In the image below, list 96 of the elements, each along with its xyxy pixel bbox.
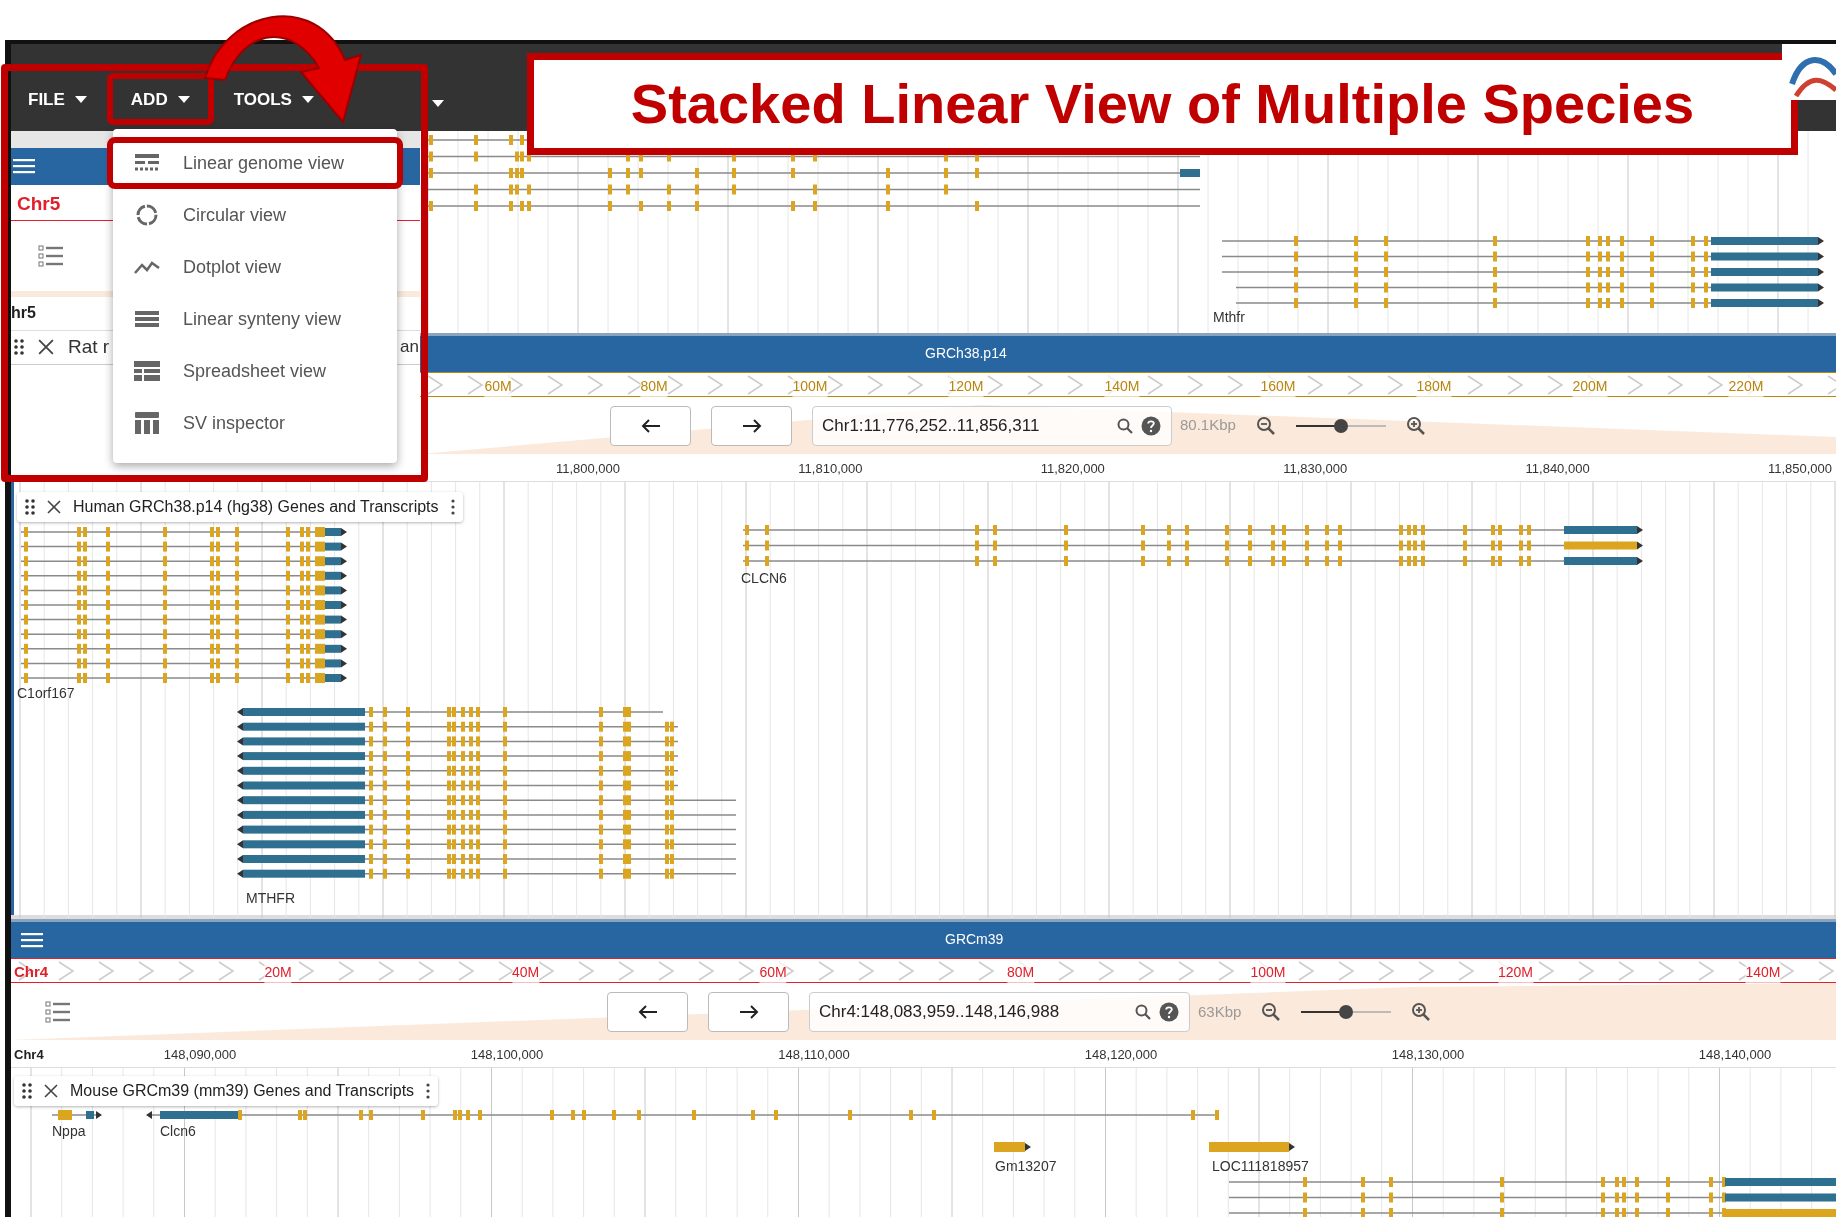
assembly-title: GRCh38.p14 [925,344,1007,364]
menu-item[interactable]: Linear synteny view [113,293,397,345]
search-icon[interactable] [1135,1003,1151,1020]
circle-icon [135,203,159,227]
track-name: an [400,336,419,359]
more-options-icon[interactable] [426,1082,431,1099]
ruler-tick-label: 160M [1260,375,1296,397]
scale-tick-label: 148,140,000 [1698,1045,1772,1064]
menu-icon[interactable] [21,931,43,948]
ruler-tick-label: 60M [484,375,512,397]
caret-icon [74,96,87,104]
gene-label: MTHFR [246,890,295,905]
scale-tick-label: 11,810,000 [798,459,863,478]
table-layout-icon [134,361,160,381]
menu-item[interactable]: Dotplot view [113,241,397,293]
ruler-tick-label: 100M [792,375,828,397]
assembly-title: GRCm39 [945,930,1004,950]
zoom-in-icon[interactable] [1411,1001,1432,1022]
help-icon[interactable] [1141,415,1161,436]
search-icon[interactable] [1117,417,1133,434]
ruler-tick-label: 60M [759,961,787,983]
drag-handle-icon[interactable] [22,1082,32,1099]
zoom-in-icon[interactable] [1405,415,1426,436]
stacked-bars-icon [135,310,159,328]
scale-tick-label: 11,800,000 [555,459,621,478]
scale-tick-label: 148,130,000 [1391,1045,1465,1064]
caret-icon [177,96,190,104]
ruler-tick-label: 120M [948,375,984,397]
ruler-tick-label: 100M [1250,961,1286,983]
linear-view-icon [135,153,159,173]
close-icon[interactable] [38,339,54,356]
gene-label: LOC111818957 [1212,1158,1309,1173]
zoom-slider[interactable] [1301,1003,1392,1020]
ruler-tick-label: 140M [1104,375,1140,397]
scale-tick-label: 11,820,000 [1040,459,1105,478]
zoom-out-icon[interactable] [1261,1001,1282,1022]
drag-handle-icon[interactable] [14,339,24,356]
ruler-tick-label: 180M [1416,375,1452,397]
scale-tick-label: 148,090,000 [163,1045,237,1064]
span-size-label: 63Kbp [1198,1001,1242,1022]
more-options-icon[interactable] [450,498,455,515]
caret-icon [301,96,314,104]
ruler-tick-label: 80M [1006,961,1035,983]
ruler-tick-label: 40M [511,961,540,983]
ruler-tick-label: 200M [1572,375,1608,397]
table-columns-icon [135,412,159,434]
line-chart-icon [134,259,160,275]
arrow-left-icon [637,1003,658,1020]
list-icon[interactable] [38,244,64,267]
ruler-chromosome-label: Chr5 [17,191,61,216]
zoom-out-icon[interactable] [1255,415,1276,436]
location-field[interactable]: Chr4:148,083,959..148,146,988 [809,991,1190,1032]
arrow-right-icon [741,417,762,434]
gene-label: Gm13207 [995,1158,1057,1173]
drag-handle-icon[interactable] [25,498,35,515]
scale-tick-label: 11,840,000 [1525,459,1590,478]
ruler-chromosome-label: Chr4 [14,961,49,982]
ruler-tick-label: 140M [1745,961,1781,983]
zoom-slider[interactable] [1295,417,1386,434]
scale-chromosome-label: hr5 [11,303,36,324]
menu-button[interactable]: TOOLS [231,87,316,113]
menu-button[interactable]: FILE [26,87,89,113]
close-icon[interactable] [47,499,61,514]
track-name: Mouse GRCm39 (mm39) Genes and Transcripts [70,1080,415,1101]
menu-icon[interactable] [13,158,35,175]
menu-item[interactable]: Spreadsheet view [113,345,397,397]
span-size-label: 80.1Kbp [1180,415,1236,436]
caret-icon [431,99,444,107]
help-icon[interactable] [1159,1001,1179,1022]
ruler-tick-label: 120M [1498,961,1533,983]
ruler-tick-label: 20M [264,961,292,983]
arrow-left-icon [640,417,661,434]
scale-tick-label: 148,120,000 [1084,1045,1158,1064]
scale-tick-label: 148,100,000 [470,1045,544,1064]
menu-button[interactable]: ADD [128,87,192,113]
menu-item[interactable]: SV inspector [113,397,397,449]
close-icon[interactable] [44,1083,58,1098]
track-name: Rat r [68,334,110,359]
annotation-title: Stacked Linear View of Multiple Species [630,71,1695,137]
location-field[interactable]: Chr1:11,776,252..11,856,311 [812,405,1172,446]
menu-item[interactable]: Circular view [113,189,397,241]
track-name: Human GRCh38.p14 (hg38) Genes and Transcripts [73,496,439,517]
scale-tick-label: 11,830,000 [1283,459,1348,478]
gene-label: Mthfr [1213,309,1245,324]
gene-label: Clcn6 [160,1123,196,1138]
scale-chromosome-label: Chr4 [14,1045,44,1064]
chromosome-ruler[interactable]: Chr4 20M 40M 60M 80M 100M 120M 140M [11,957,1836,983]
gene-label: Nppa [52,1123,86,1138]
scale-tick-label: 148,110,000 [778,1045,850,1064]
scale-tick-label: 11,850,000 [1767,459,1833,478]
arrow-right-icon [738,1003,759,1020]
list-icon[interactable] [45,1000,71,1023]
gene-label: CLCN6 [741,570,787,585]
ruler-tick-label: 220M [1728,375,1764,397]
menu-item[interactable]: Linear genome view [107,137,403,189]
gene-label: C1orf167 [17,685,75,700]
